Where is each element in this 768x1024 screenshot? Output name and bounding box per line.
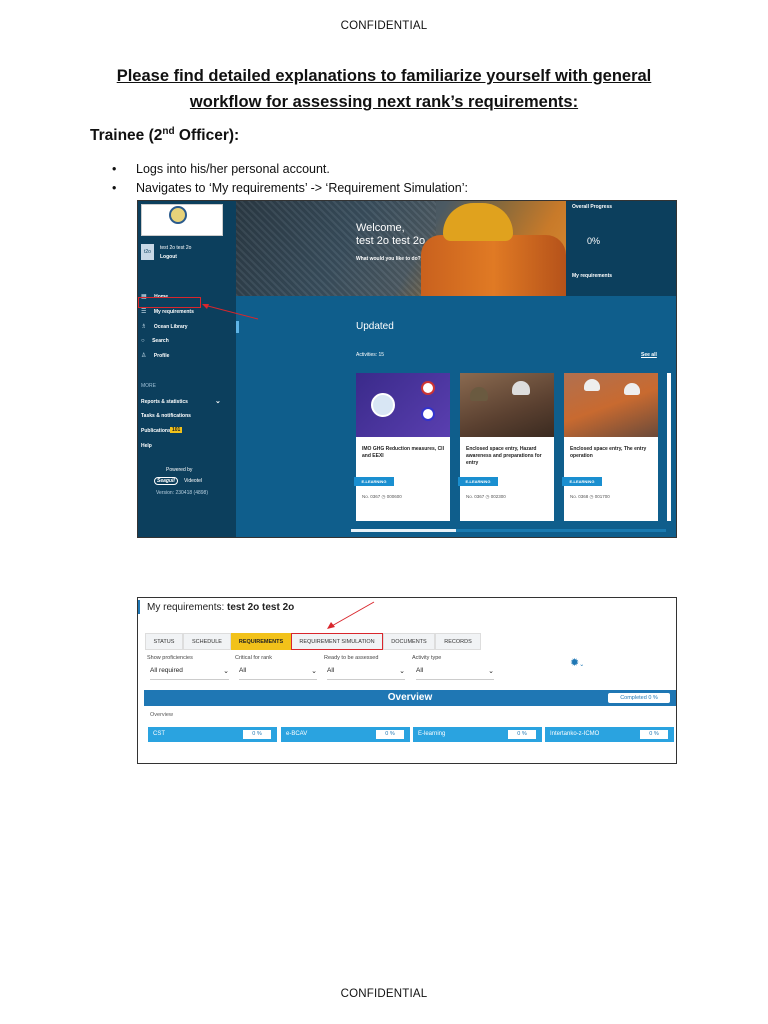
progress-value: 0% (587, 236, 601, 246)
confidential-header: CONFIDENTIAL (340, 20, 428, 32)
welcome-subtitle: What would you like to do? (356, 256, 421, 262)
screenshot-dashboard: t2o test 2o test 2o Logout ▦ Home ☰ My r… (137, 200, 677, 538)
next-card-edge (667, 373, 671, 521)
page-title: My requirements: test 2o test 2o (147, 602, 295, 613)
publications-badge: 101 (170, 427, 183, 433)
helmet-figure (512, 381, 530, 395)
activities-count: Activities: 15 (356, 352, 385, 358)
progress-title: Overall Progress (572, 204, 613, 210)
highlight-box (138, 297, 201, 308)
overview-label: Overview (150, 712, 173, 718)
helmet-figure (470, 387, 488, 401)
screenshot-my-requirements: My requirements: test 2o test 2o STATUS … (137, 597, 677, 764)
sidebar-item-profile[interactable]: ♙ Profile (141, 344, 169, 362)
helmet-figure (584, 379, 600, 391)
chevron-down-icon: ⌄ (399, 668, 405, 675)
my-requirements-link[interactable]: My requirements (572, 273, 612, 279)
chevron-down-icon: ⌄ (488, 668, 494, 675)
filter-ready-to-be-assessed[interactable]: All ⌄ (327, 667, 405, 680)
card-image (356, 373, 450, 437)
sidebar-item-tasks[interactable]: Tasks & notifications (141, 413, 191, 419)
heading-line-1: Please find detailed explanations to fam… (116, 67, 652, 85)
card-image (460, 373, 554, 437)
person-icon: ♙ (141, 353, 147, 359)
tab-schedule[interactable]: SCHEDULE (183, 633, 231, 650)
filter-label: Activity type (412, 655, 442, 661)
annotation-arrow (202, 304, 259, 320)
logo-seal-icon (169, 206, 187, 224)
sidebar-item-help[interactable]: Help (141, 443, 152, 449)
elearning-badge: E-LEARNING (562, 477, 602, 486)
version-text: Version: 230418 (4898) (156, 490, 208, 496)
seagull-logo: Seagull (154, 477, 178, 485)
filter-label: Critical for rank (235, 655, 272, 661)
flag-icon (421, 407, 435, 421)
activity-card[interactable]: IMO GHG Reduction measures, CII and EEXI… (354, 373, 450, 521)
welcome-text: Welcome, test 2o test 2o (356, 222, 426, 247)
list-item: Navigates to ‘My requirements’ -> ‘Requi… (112, 179, 468, 198)
more-section-label: MORE (141, 383, 156, 389)
elearning-badge: E-LEARNING (354, 477, 394, 486)
steps-list: Logs into his/her personal account. Navi… (112, 160, 468, 198)
videotel-logo: Videotel (184, 478, 202, 484)
card-title: IMO GHG Reduction measures, CII and EEXI (362, 446, 444, 459)
imo-emblem-icon (371, 393, 395, 417)
completed-badge: Completed 0 % (608, 693, 670, 703)
scroll-thumb[interactable] (351, 529, 456, 532)
chevron-down-icon: ⌄ (223, 668, 229, 675)
section-title: Trainee (2nd Officer): (90, 126, 240, 145)
card-meta: No. 0368 ◷ 001700 (570, 494, 610, 499)
chevron-down-icon[interactable]: ⌄ (215, 397, 221, 405)
gear-icon[interactable]: ✹⌄ (570, 656, 584, 669)
category-e-bcav[interactable]: e-BCAV 0 % (281, 727, 410, 742)
sidebar-item-publications[interactable]: Publications (141, 428, 171, 434)
sidebar-item-label: Profile (153, 353, 170, 359)
overall-progress-panel (566, 201, 676, 296)
worker-figure (421, 235, 566, 296)
logout-link[interactable]: Logout (160, 254, 177, 260)
elearning-badge: E-LEARNING (458, 477, 498, 486)
filter-critical-for-rank[interactable]: All ⌄ (239, 667, 317, 680)
updated-title: Updated (356, 321, 394, 332)
annotation-arrow (327, 601, 375, 629)
flag-icon (421, 381, 435, 395)
activity-card[interactable]: Enclosed space entry, Hazard awareness a… (458, 373, 554, 521)
sidebar-item-reports[interactable]: Reports & statistics (141, 399, 188, 405)
card-meta: No. 0367 ◷ 000600 (362, 494, 402, 499)
sidebar: t2o test 2o test 2o Logout ▦ Home ☰ My r… (138, 201, 236, 537)
overview-header: Overview (144, 690, 676, 706)
document-heading: Please find detailed explanations to fam… (0, 63, 768, 115)
banner-texture (236, 201, 436, 296)
user-name: test 2o test 2o (160, 245, 192, 251)
helmet-figure (624, 383, 640, 395)
card-title: Enclosed space entry, Hazard awareness a… (466, 446, 542, 466)
card-title: Enclosed space entry, The entry operatio… (570, 446, 647, 459)
tab-requirements[interactable]: REQUIREMENTS (231, 633, 291, 650)
confidential-footer: CONFIDENTIAL (340, 988, 428, 1000)
filter-label: Show proficiencies (147, 655, 193, 661)
filter-activity-type[interactable]: All ⌄ (416, 667, 494, 680)
card-image (564, 373, 658, 437)
tab-documents[interactable]: DOCUMENTS (383, 633, 435, 650)
category-intertanko[interactable]: Intertanko-z-ICMO 0 % (545, 727, 674, 742)
avatar[interactable]: t2o (141, 244, 154, 260)
card-meta: No. 0367 ◷ 002300 (466, 494, 506, 499)
tab-requirement-simulation[interactable]: REQUIREMENT SIMULATION (291, 633, 383, 650)
filter-show-proficiencies[interactable]: All required ⌄ (150, 667, 229, 680)
tab-records[interactable]: RECORDS (435, 633, 481, 650)
activity-card[interactable]: Enclosed space entry, The entry operatio… (562, 373, 658, 521)
chevron-down-icon: ⌄ (311, 668, 317, 675)
filter-label: Ready to be assessed (324, 655, 379, 661)
see-all-link[interactable]: See all (641, 352, 657, 358)
powered-by-label: Powered by (166, 467, 193, 473)
category-cst[interactable]: CST 0 % (148, 727, 277, 742)
category-e-learning[interactable]: E-learning 0 % (413, 727, 542, 742)
tab-status[interactable]: STATUS (145, 633, 183, 650)
heading-line-2: workflow for assessing next rank’s requi… (189, 93, 579, 111)
title-accent (138, 600, 140, 614)
list-item: Logs into his/her personal account. (112, 160, 468, 179)
